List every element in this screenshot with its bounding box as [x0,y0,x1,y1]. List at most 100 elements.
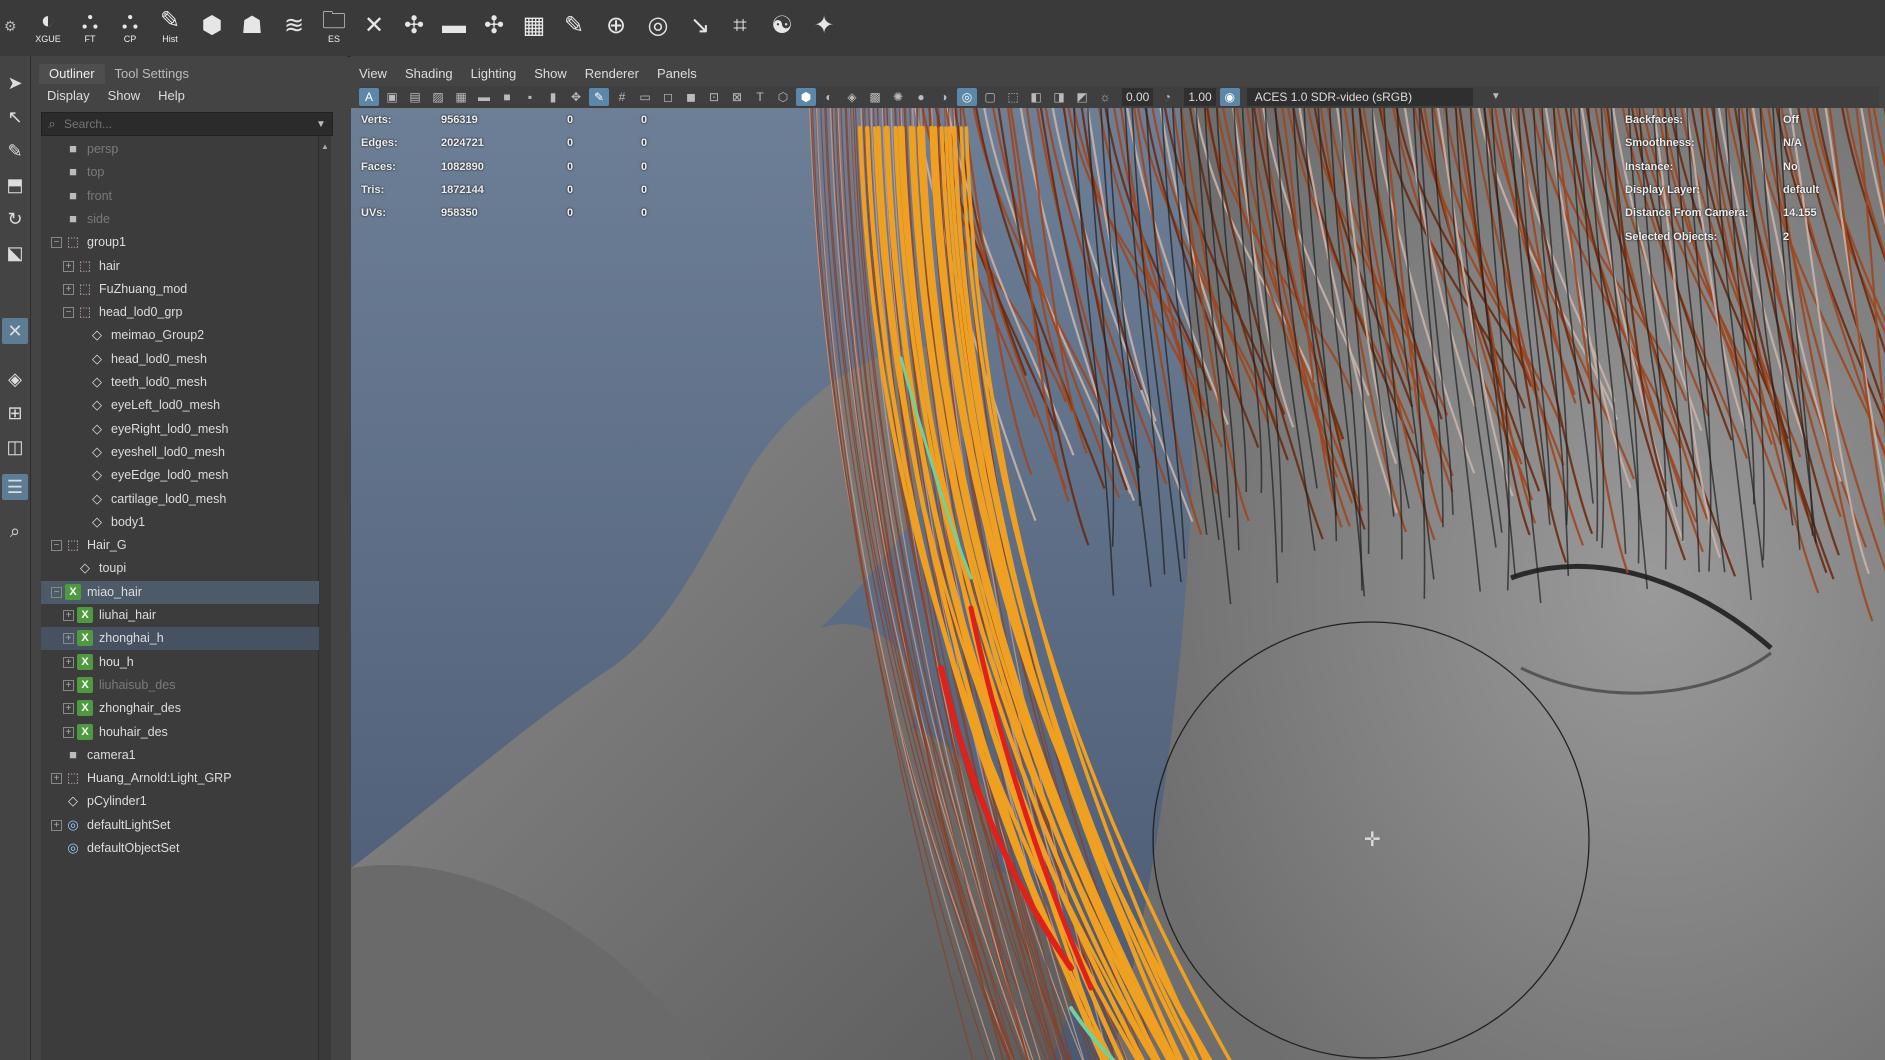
outliner-item-defaultlightset[interactable]: + ◎ defaultLightSet [41,814,319,837]
playblast-icon[interactable]: ▮ [543,88,563,106]
color-management-icon[interactable]: ◉ [1219,88,1240,106]
outliner-item-front[interactable]: ■ front [41,185,319,208]
outliner-item-houhair-des[interactable]: + Xhouhair_des [41,721,319,744]
snap-icon[interactable]: ✣ [476,6,512,46]
expand-icon[interactable]: + [63,610,74,621]
exposure-icon[interactable]: ☼ [1095,88,1115,106]
paint-select-icon[interactable]: ✎ [2,138,28,164]
tab-tool-settings[interactable]: Tool Settings [105,64,199,84]
expand-icon[interactable]: + [51,819,62,831]
menu-shading[interactable]: Shading [405,64,453,84]
chevron-down-icon[interactable]: ▼ [316,119,332,130]
snapshot-icon[interactable]: ▪ [520,88,540,106]
yinyang-icon[interactable]: ☯ [764,6,800,46]
color-space-select[interactable]: ACES 1.0 SDR-video (sRGB) ▼ [1246,88,1501,106]
outliner-item-camera1[interactable]: ■ camera1 [41,744,319,767]
outliner-item-hair[interactable]: + ⬚ hair [41,255,319,278]
outliner-item-zhonghair-des[interactable]: + Xzhonghair_des [41,697,319,720]
xgen-logo-icon[interactable]: ◐ XGUE [30,6,66,46]
transform-icon[interactable]: ✣ [396,6,432,46]
menu-help[interactable]: Help [158,86,185,106]
layout-two-icon[interactable]: ◫ [2,434,28,460]
outliner-item-eyeedge-lod0-mesh[interactable]: ◇ eyeEdge_lod0_mesh [41,464,319,487]
scrollbar[interactable]: ▲ [318,136,331,1060]
gate-mask-icon[interactable]: ◼ [681,88,701,106]
film-gate-icon[interactable]: ▭ [635,88,655,106]
move-tool-icon[interactable]: ⬒ [2,172,28,198]
outliner-item-eyeright-lod0-mesh[interactable]: ◇ eyeRight_lod0_mesh [41,418,319,441]
outliner-item-persp[interactable]: ■ persp [41,138,319,161]
outliner-item-meimao-group2[interactable]: ◇ meimao_Group2 [41,324,319,347]
collapse-icon[interactable]: − [63,307,74,319]
layout-single-icon[interactable]: ◈ [2,366,28,392]
xray-icon[interactable]: ◧ [1026,88,1046,106]
outliner-item-liuhai-hair[interactable]: + Xliuhai_hair [41,604,319,627]
collapse-icon[interactable]: − [51,540,62,552]
expand-icon[interactable]: + [63,726,74,738]
hist-icon[interactable]: ✎ Hist [152,6,188,46]
lights-icon[interactable]: ✺ [888,88,908,106]
image-plane-icon[interactable]: ▨ [428,88,448,106]
anti-alias-icon[interactable]: ▢ [980,88,1000,106]
expand-icon[interactable]: + [63,260,74,272]
scroll-up-icon[interactable]: ▲ [321,142,329,151]
outliner-item-fuzhuang-mod[interactable]: + ⬚ FuZhuang_mod [41,278,319,301]
outliner-item-miao-hair[interactable]: − Xmiao_hair [41,580,319,604]
menu-show[interactable]: Show [534,64,567,84]
outliner-item-teeth-lod0-mesh[interactable]: ◇ teeth_lod0_mesh [41,371,319,394]
camera-icon[interactable]: ■ [497,88,517,106]
collapse-icon[interactable]: − [51,586,62,598]
scale-tool-icon[interactable]: ⬕ [2,240,28,266]
outliner-item-hou-h[interactable]: + Xhou_h [41,651,319,674]
outliner-item-pcylinder1[interactable]: ◇ pCylinder1 [41,790,319,813]
bookmark-icon[interactable]: ▤ [405,88,425,106]
textures-icon[interactable]: ▩ [865,88,885,106]
grid-icon[interactable]: # [612,88,632,106]
pen-icon[interactable]: ✎ [589,88,609,106]
outliner-item-defaultobjectset[interactable]: ◎ defaultObjectSet [41,837,319,860]
resolution-gate-icon[interactable]: ◻ [658,88,678,106]
isolate-select-icon[interactable]: ⬚ [1003,88,1023,106]
outliner-item-zhonghai-h[interactable]: + Xzhonghai_h [41,627,319,651]
expand-icon[interactable]: + [63,633,74,645]
cp-icon[interactable]: ⛬ CP [112,6,148,46]
gear-icon[interactable]: ⚙ [4,18,17,35]
exposure-field[interactable]: 0.00 [1122,88,1154,106]
shadows-icon[interactable]: ● [911,88,931,106]
pen-icon[interactable]: ✎ [556,6,592,46]
xray-components-icon[interactable]: ◩ [1072,88,1092,106]
gamma-field[interactable]: 1.00 [1184,88,1216,106]
tab-outliner[interactable]: Outliner [39,64,105,84]
lattice-icon[interactable]: ⬢ [194,6,230,46]
menu-panels[interactable]: Panels [657,64,697,84]
layers-icon[interactable]: ≋ [276,6,312,46]
outliner-item-liuhaisub-des[interactable]: + Xliuhaisub_des [41,674,319,697]
outliner-item-eyeleft-lod0-mesh[interactable]: ◇ eyeLeft_lod0_mesh [41,394,319,417]
folder-es-icon[interactable]: 🗀 ES [316,6,352,46]
2d-pan-icon[interactable]: ▦ [451,88,471,106]
safe-action-icon[interactable]: ⊠ [727,88,747,106]
camera-attributes-icon[interactable]: ▣ [382,88,402,106]
gamma-icon[interactable]: ◔ [1157,88,1177,106]
outliner-item-group1[interactable]: − ⬚ group1 [41,231,319,254]
expand-icon[interactable]: + [51,773,62,785]
select-camera-icon[interactable]: A [359,88,379,106]
joint-icon[interactable]: ↘ [682,6,718,46]
rotate-tool-icon[interactable]: ↻ [2,206,28,232]
smooth-shade-icon[interactable]: ⬢ [796,88,816,106]
outliner-item-eyeshell-lod0-mesh[interactable]: ◇ eyeshell_lod0_mesh [41,441,319,464]
menu-view[interactable]: View [359,64,387,84]
expand-icon[interactable]: + [63,283,74,295]
xray-joints-icon[interactable]: ◨ [1049,88,1069,106]
tool-icon[interactable]: ✕ [356,6,392,46]
head-icon[interactable]: ☗ [234,6,270,46]
collapse-icon[interactable]: − [51,237,62,249]
expand-icon[interactable]: + [63,703,74,715]
ambient-occlusion-icon[interactable]: ◑ [934,88,954,106]
bounds-icon[interactable]: ⌗ [722,6,758,46]
wireframe-on-shaded-icon[interactable]: ◈ [842,88,862,106]
grease-pencil-icon[interactable]: ▬ [474,88,494,106]
outliner-layout-icon[interactable]: ☰ [2,474,28,500]
menu-renderer[interactable]: Renderer [585,64,639,84]
sphere-grid-icon[interactable]: ⊕ [598,6,634,46]
